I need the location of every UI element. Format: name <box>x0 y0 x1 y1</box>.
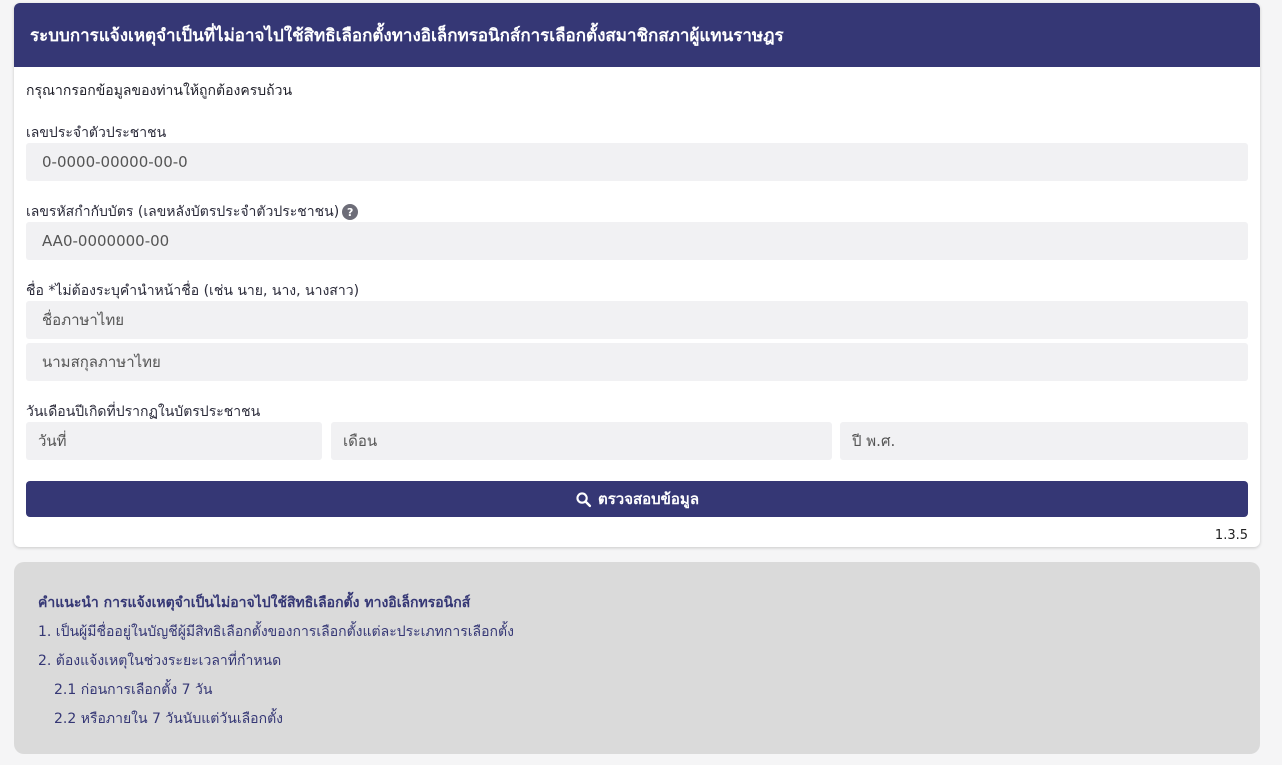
birth-day-input[interactable] <box>26 422 322 460</box>
last-name-input[interactable] <box>26 343 1248 381</box>
citizen-id-label: เลขประจำตัวประชาชน <box>26 125 167 141</box>
page-title: ระบบการแจ้งเหตุจำเป็นที่ไม่อาจไปใช้สิทธิ… <box>14 3 1260 67</box>
instructions-panel: คำแนะนำ การแจ้งเหตุจำเป็นไม่อาจไปใช้สิทธ… <box>14 562 1260 754</box>
laser-code-input[interactable] <box>26 222 1248 260</box>
form-intro-text: กรุณากรอกข้อมูลของท่านให้ถูกต้องครบถ้วน <box>26 83 293 99</box>
form-body: กรุณากรอกข้อมูลของท่านให้ถูกต้องครบถ้วน … <box>14 67 1260 547</box>
laser-code-label: เลขรหัสกำกับบัตร (เลขหลังบัตรประจำตัวประ… <box>26 204 340 220</box>
instruction-subitem: 2.2 หรือภายใน 7 วันนับแต่วันเลือกตั้ง <box>54 711 283 727</box>
birth-month-input[interactable] <box>331 422 832 460</box>
instruction-item: 2. ต้องแจ้งเหตุในช่วงระยะเวลาที่กำหนด <box>38 653 282 669</box>
citizen-id-input[interactable] <box>26 143 1248 181</box>
instructions-title: คำแนะนำ การแจ้งเหตุจำเป็นไม่อาจไปใช้สิทธ… <box>38 595 471 611</box>
first-name-input[interactable] <box>26 301 1248 339</box>
version-text: 1.3.5 <box>1214 528 1248 543</box>
laser-code-label-row: เลขรหัสกำกับบัตร (เลขหลังบัตรประจำตัวประ… <box>26 201 359 223</box>
name-label: ชื่อ *ไม่ต้องระบุคำนำหน้าชื่อ (เช่น นาย,… <box>26 283 360 299</box>
question-circle-icon[interactable]: ? <box>342 204 359 220</box>
instruction-subitem: 2.1 ก่อนการเลือกตั้ง 7 วัน <box>54 682 213 698</box>
verify-button[interactable]: ตรวจสอบข้อมูล <box>26 481 1248 517</box>
verify-button-label: ตรวจสอบข้อมูล <box>597 490 700 508</box>
birth-year-input[interactable] <box>840 422 1248 460</box>
search-icon <box>576 491 592 507</box>
instruction-item: 1. เป็นผู้มีชื่ออยู่ในบัญชีผู้มีสิทธิเลื… <box>38 624 514 640</box>
form-card: ระบบการแจ้งเหตุจำเป็นที่ไม่อาจไปใช้สิทธิ… <box>14 3 1260 547</box>
dob-label: วันเดือนปีเกิดที่ปรากฏในบัตรประชาชน <box>26 404 261 420</box>
